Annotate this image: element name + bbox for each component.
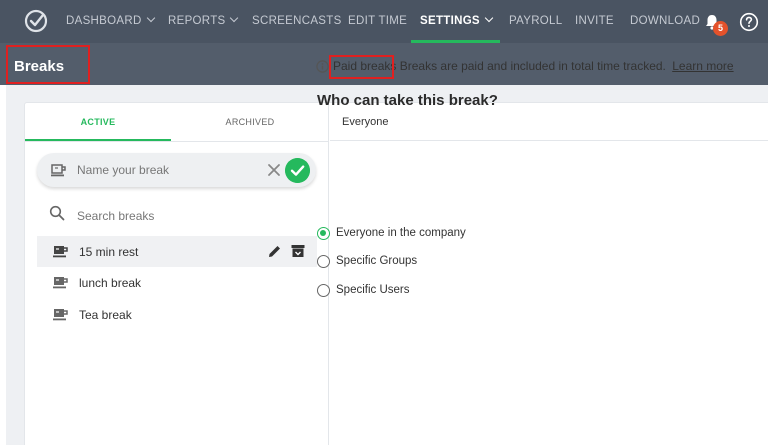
break-name: 15 min rest — [79, 245, 139, 259]
radio-label: Specific Groups — [336, 255, 418, 267]
radio-label: Specific Users — [336, 284, 410, 296]
breaks-list-panel: ACTIVE ARCHIVED Search breaks — [25, 103, 329, 445]
confirm-button[interactable] — [285, 158, 310, 183]
archive-icon[interactable] — [291, 244, 305, 258]
coffee-cup-icon — [53, 309, 68, 321]
learn-more-link[interactable]: Learn more — [672, 59, 733, 73]
breaks-card: ACTIVE ARCHIVED Search breaks — [24, 102, 768, 445]
paid-breaks-description: Breaks are paid and included in total ti… — [399, 59, 666, 73]
logo-icon[interactable] — [24, 9, 48, 33]
break-name: Tea break — [79, 308, 132, 322]
break-name: lunch break — [79, 276, 142, 290]
close-icon[interactable] — [266, 162, 282, 178]
search-breaks-input[interactable]: Search breaks — [77, 209, 154, 223]
group-title: Everyone — [342, 116, 389, 128]
radio-button[interactable] — [317, 284, 330, 297]
nav-screencasts[interactable]: SCREENCASTS — [252, 15, 342, 27]
help-icon[interactable] — [739, 12, 759, 32]
radio-button[interactable] — [317, 255, 330, 268]
notification-badge: 5 — [713, 21, 728, 36]
coffee-cup-icon — [53, 246, 68, 258]
radio-button[interactable] — [317, 227, 330, 240]
chevron-down-icon — [484, 13, 494, 23]
info-icon — [316, 60, 329, 73]
nav-settings[interactable]: SETTINGS — [420, 13, 494, 27]
nav-dashboard[interactable]: DASHBOARD — [66, 13, 155, 27]
nav-invite[interactable]: INVITE — [575, 15, 614, 27]
tab-archived[interactable]: ARCHIVED — [175, 103, 325, 141]
list-item[interactable]: lunch break — [37, 267, 317, 298]
highlight-box — [329, 55, 394, 79]
left-edge — [0, 85, 6, 445]
nav-edit-time[interactable]: EDIT TIME — [348, 15, 407, 27]
coffee-cup-icon — [51, 164, 66, 177]
radio-label: Everyone in the company — [336, 227, 466, 239]
chevron-down-icon — [230, 13, 239, 23]
nav-payroll[interactable]: PAYROLL — [509, 15, 562, 27]
break-name-input[interactable] — [77, 161, 257, 179]
tab-divider — [25, 141, 329, 142]
pencil-icon[interactable] — [267, 244, 282, 259]
search-icon — [49, 205, 65, 221]
chevron-down-icon — [146, 13, 155, 23]
nav-reports[interactable]: REPORTS — [168, 13, 239, 27]
tab-active[interactable]: ACTIVE — [25, 103, 171, 141]
list-item[interactable]: Tea break — [37, 299, 317, 330]
section-heading: Who can take this break? — [317, 92, 498, 109]
top-nav: DASHBOARD REPORTS SCREENCASTS EDIT TIME … — [0, 0, 768, 43]
highlight-box — [6, 45, 90, 84]
coffee-cup-icon — [53, 277, 68, 289]
list-item[interactable]: 15 min rest — [37, 236, 317, 267]
new-break-field — [37, 153, 316, 187]
nav-download[interactable]: DOWNLOAD — [630, 15, 700, 27]
